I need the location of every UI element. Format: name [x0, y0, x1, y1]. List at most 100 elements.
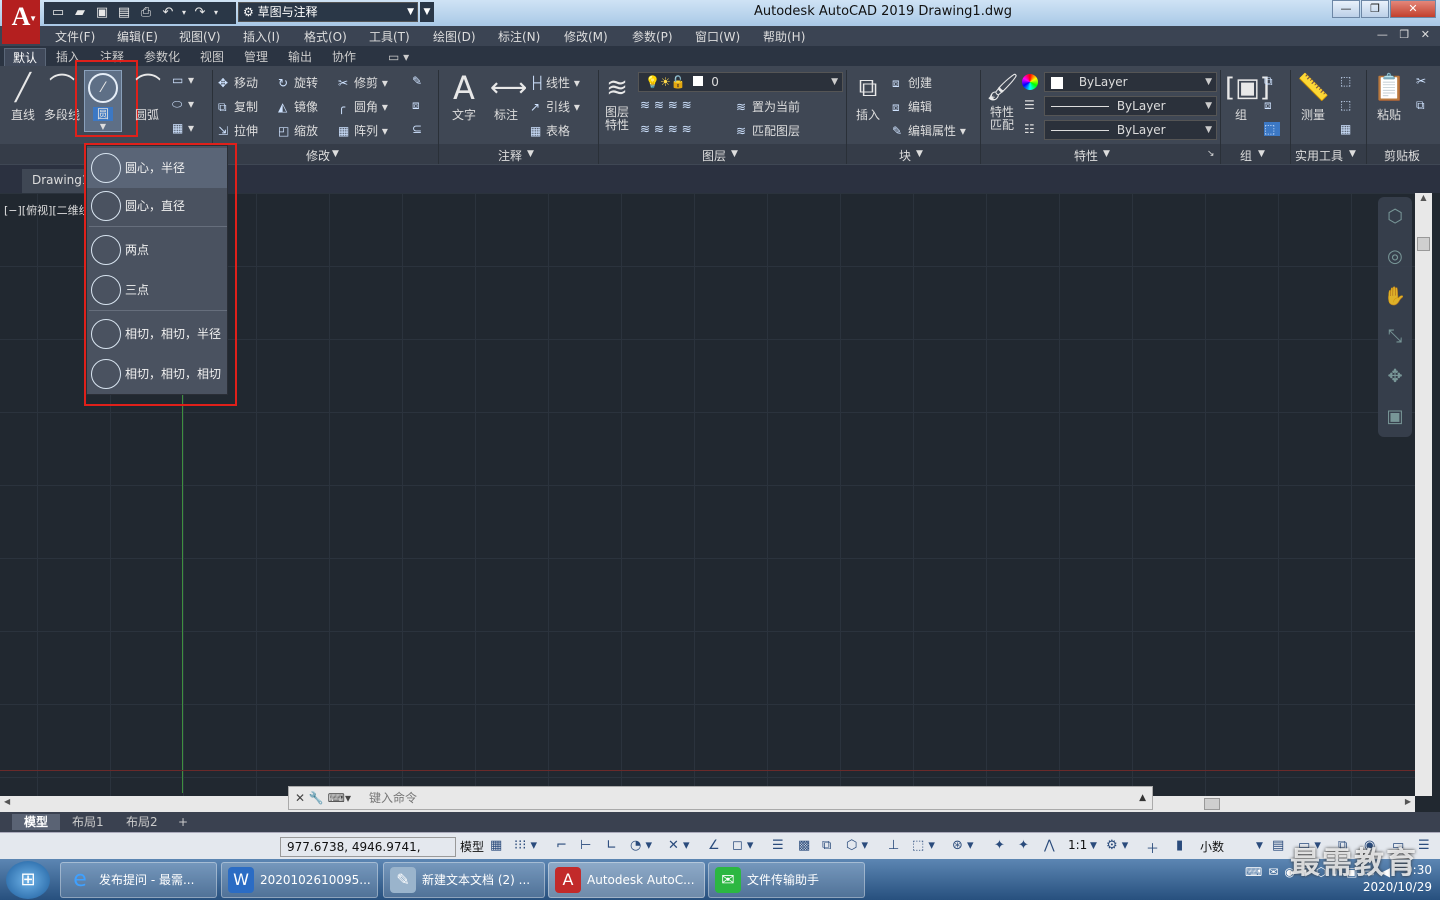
quick-select-button[interactable]: ⬚ [1340, 74, 1356, 88]
redo-dropdown-icon[interactable]: ▾ [212, 4, 220, 22]
tab-parametric[interactable]: 参数化 [136, 48, 188, 66]
edit-attributes-button[interactable]: ✎ 编辑属性 ▾ [892, 122, 966, 139]
command-line[interactable]: ✕ 🔧 ⌨▾ 键入命令 ▲ [288, 786, 1153, 810]
utilities-panel-label[interactable]: 实用工具 [1295, 147, 1343, 164]
tab-default[interactable]: 默认 [4, 48, 47, 66]
gizmo-icon[interactable]: ⊛ ▾ [952, 838, 974, 853]
leader-button[interactable]: ↗ 引线 ▾ [530, 98, 580, 115]
object-snap-icon[interactable]: ◻ ▾ [732, 838, 753, 853]
modify-panel-label[interactable]: 修改 [306, 147, 330, 164]
ungroup-button[interactable]: ⧉ [1264, 74, 1280, 89]
vertical-scrollbar[interactable]: ▲ [1415, 193, 1432, 796]
chevron-down-icon[interactable]: ▼ [1256, 841, 1263, 851]
save-as-icon[interactable]: ▤ [114, 4, 134, 22]
annotation-scale-icon[interactable]: ⋀ [1044, 838, 1055, 853]
tab-layout1[interactable]: 布局1 [60, 814, 116, 830]
customization-icon[interactable]: ☰ [1418, 838, 1430, 853]
copy-clip-button[interactable]: ⧉ [1416, 98, 1432, 113]
model-space-toggle[interactable]: 模型 [460, 838, 484, 855]
tab-manage[interactable]: 管理 [236, 48, 276, 66]
chevron-up-icon[interactable]: ▲ [1139, 787, 1146, 809]
explode-button[interactable]: ⧈ [412, 98, 428, 113]
lineweight-select[interactable]: ByLayer ▼ [1044, 120, 1217, 140]
fillet-button[interactable]: ╭ 圆角 ▾ [338, 98, 388, 115]
scroll-left-icon[interactable]: ◀ [4, 797, 10, 806]
auto-scale-icon[interactable]: ✦ [1018, 838, 1029, 853]
orbit-icon[interactable]: ✥ [1378, 357, 1412, 397]
group-edit-button[interactable]: ⧈ [1264, 98, 1280, 113]
undo-dropdown-icon[interactable]: ▾ [180, 4, 188, 22]
layer-properties-button[interactable]: ≋ 图层 特性 [600, 72, 634, 132]
grid-icon[interactable]: ▦ [490, 838, 502, 853]
viewcube-icon[interactable]: ⬡ [1378, 197, 1412, 237]
units-icon[interactable]: ▮ [1176, 838, 1183, 853]
keyboard-icon[interactable]: ⌨ [1245, 865, 1262, 880]
doc-tab-drawing1[interactable]: Drawing1 [22, 169, 90, 193]
select-all-button[interactable]: ⬚ [1340, 98, 1356, 112]
layer-tools-row1[interactable]: ≋ ≋ ≋ ≋ [640, 98, 692, 112]
application-menu-button[interactable]: A ▼ [2, 0, 40, 44]
layers-panel-label[interactable]: 图层 [702, 147, 726, 164]
start-button[interactable]: ⊞ [6, 861, 50, 899]
quick-properties-icon[interactable]: ▤ [1272, 838, 1284, 853]
taskbar-item-notepad[interactable]: ✎ 新建文本文档 (2) ... [383, 862, 545, 898]
text-button[interactable]: A 文字 [446, 72, 482, 123]
selection-cycling-icon[interactable]: ⧉ [822, 838, 831, 853]
group-button[interactable]: [▣] 组 [1224, 72, 1270, 123]
viewport-controls[interactable]: [−][俯视][二维线 [4, 202, 90, 218]
scroll-thumb[interactable] [1417, 237, 1430, 251]
wechat-tray-icon[interactable]: ✉ [1268, 865, 1278, 880]
object-snap-tracking-icon[interactable]: ∠ [708, 838, 720, 853]
transparency-icon[interactable]: ▩ [798, 838, 810, 853]
calculator-button[interactable]: ▦ [1340, 122, 1356, 136]
menu-parametric[interactable]: 参数(P) [632, 28, 673, 45]
lineweight-icon[interactable]: ☰ [772, 838, 784, 853]
layer-tools-row2[interactable]: ≋ ≋ ≋ ≋ [640, 122, 692, 136]
mirror-button[interactable]: ◭ 镜像 [278, 98, 318, 115]
line-button[interactable]: ╱ 直线 [6, 72, 40, 123]
menu-modify[interactable]: 修改(M) [564, 28, 608, 45]
group-select-button[interactable]: ⬚ [1264, 122, 1280, 136]
tab-collaborate[interactable]: 协作 [324, 48, 364, 66]
add-layout-button[interactable]: + [166, 814, 200, 830]
menu-insert[interactable]: 插入(I) [243, 28, 280, 45]
save-icon[interactable]: ▣ [92, 4, 112, 22]
properties-panel-label[interactable]: 特性 [1074, 147, 1098, 164]
cut-button[interactable]: ✂ [1416, 74, 1432, 88]
arc-button[interactable]: ⌒ 圆弧 [132, 72, 162, 123]
set-current-button[interactable]: ≋ 置为当前 [736, 98, 800, 115]
color-wheel-icon[interactable] [1022, 74, 1038, 93]
stretch-button[interactable]: ⇲ 拉伸 [218, 122, 258, 139]
ribbon-options-icon[interactable]: ▭ ▾ [380, 48, 417, 66]
array-button[interactable]: ▦ 阵列 ▾ [338, 122, 388, 139]
chevron-down-icon[interactable]: ▼ [1090, 841, 1097, 851]
taskbar-item-autocad[interactable]: A Autodesk AutoC... [548, 862, 705, 898]
offset-button[interactable]: ⊆ [412, 122, 428, 136]
menu-view[interactable]: 视图(V) [179, 28, 221, 45]
tab-view[interactable]: 视图 [192, 48, 232, 66]
dynamic-ucs-icon[interactable]: ⊥ [888, 838, 899, 853]
scroll-thumb[interactable] [1204, 798, 1220, 810]
redo-icon[interactable]: ↷ [190, 4, 210, 22]
hatch-pattern-button[interactable]: ▦ ▾ [172, 121, 194, 135]
menu-draw[interactable]: 绘图(D) [433, 28, 476, 45]
tab-model[interactable]: 模型 [12, 814, 61, 830]
menu-tools[interactable]: 工具(T) [369, 28, 410, 45]
create-block-button[interactable]: ⧈ 创建 [892, 74, 932, 91]
showmotion-icon[interactable]: ▣ [1378, 397, 1412, 437]
snap-icon[interactable]: ⁝⁝⁝ ▾ [514, 838, 537, 853]
taskbar-item-ie[interactable]: e 发布提问 - 最需... [60, 862, 217, 898]
clipboard-panel-label[interactable]: 剪贴板 [1384, 147, 1420, 164]
open-folder-icon[interactable]: ▰ [70, 4, 90, 22]
groups-panel-label[interactable]: 组 [1240, 147, 1252, 164]
command-input[interactable]: 键入命令 [369, 787, 417, 809]
polar-icon[interactable]: ◔ ▾ [630, 838, 652, 853]
pan-icon[interactable]: ✋ [1378, 277, 1412, 317]
print-icon[interactable]: ⎙ [136, 4, 156, 22]
move-button[interactable]: ✥ 移动 [218, 74, 258, 91]
linetype-select[interactable]: ByLayer ▼ [1044, 96, 1217, 116]
coordinates-display[interactable]: 977.6738, 4946.9741, 0.0000 [280, 837, 456, 872]
color-select[interactable]: ByLayer ▼ [1044, 72, 1217, 92]
tab-output[interactable]: 输出 [280, 48, 320, 66]
menu-file[interactable]: 文件(F) [55, 28, 95, 45]
